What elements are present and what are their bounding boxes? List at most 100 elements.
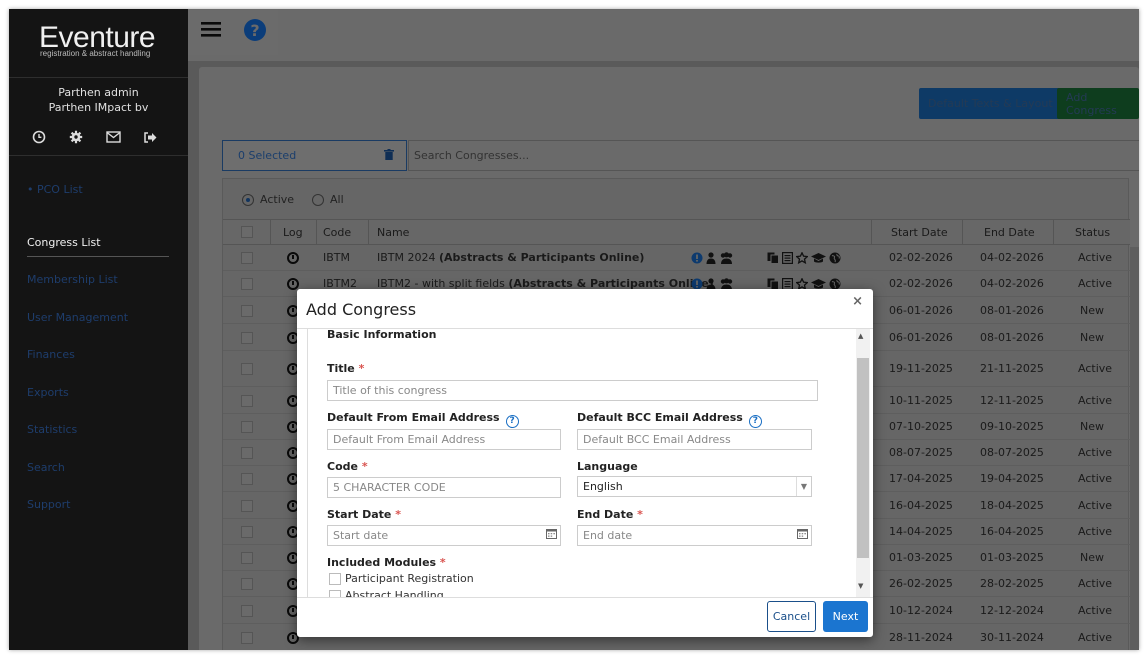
sidebar-item-congress-list[interactable]: Congress List [27,236,101,249]
cell-status: Active [1078,499,1113,512]
trash-icon[interactable] [384,149,394,163]
row-checkbox[interactable] [241,305,253,317]
exclamation-icon[interactable] [691,252,703,267]
cell-start-date: 10-11-2025 [889,394,953,407]
column-start-date[interactable]: Start Date [891,226,948,239]
row-checkbox[interactable] [241,421,253,433]
help-circle-icon[interactable]: ? [748,414,762,428]
row-checkbox[interactable] [241,363,253,375]
column-code[interactable]: Code [323,226,351,239]
sidebar-item-pco-list[interactable]: • PCO List [27,183,83,196]
globe-icon[interactable] [829,252,841,267]
cell-end-date: 28-02-2025 [980,577,1044,590]
add-congress-button[interactable]: Add Congress [1057,88,1139,119]
module-participant-registration[interactable]: Participant Registration [329,572,474,585]
calendar-icon[interactable] [546,528,557,542]
scroll-up-icon[interactable]: ▲ [858,332,863,340]
logout-icon[interactable] [142,129,158,145]
log-clock-icon[interactable] [287,252,299,264]
module-label: Participant Registration [345,572,474,585]
log-clock-icon[interactable] [287,278,299,290]
row-checkbox[interactable] [241,578,253,590]
calendar-icon[interactable] [797,528,808,542]
table-row[interactable]: IBTM IBTM 2024 (Abstracts & Participants … [223,245,1130,271]
cell-start-date: 06-01-2026 [889,331,953,344]
scroll-down-icon[interactable]: ▼ [858,582,863,590]
sidebar-item-support[interactable]: Support [27,498,70,511]
cell-name[interactable]: IBTM 2024 (Abstracts & Participants Onli… [377,251,644,264]
row-checkbox[interactable] [241,473,253,485]
sidebar-item-search[interactable]: Search [27,461,65,474]
gear-icon[interactable] [68,129,84,145]
row-checkbox[interactable] [241,332,253,344]
users-icon[interactable] [719,252,734,267]
sidebar-item-membership-list[interactable]: Membership List [27,273,118,286]
row-checkbox[interactable] [241,278,253,290]
from-email-label: Default From Email Address? [327,411,519,428]
default-texts-layout-button[interactable]: Default Texts & Layout [919,88,1062,119]
help-circle-icon[interactable]: ? [505,414,519,428]
sidebar-item-finances[interactable]: Finances [27,348,75,361]
cell-end-date: 12-12-2024 [980,604,1044,617]
sidebar-item-user-management[interactable]: User Management [27,311,128,324]
row-checkbox[interactable] [241,447,253,459]
top-bar [188,9,1139,61]
column-end-date[interactable]: End Date [984,226,1035,239]
title-field[interactable] [327,380,818,401]
table-header: Log Code Name Start Date End Date Status [223,219,1130,245]
radio-active[interactable] [242,193,254,206]
module-label: Abstract Handling [345,589,444,597]
help-icon[interactable]: ? [244,19,266,41]
scrollbar-thumb[interactable] [857,358,869,558]
list-icon[interactable] [782,252,794,267]
row-checkbox[interactable] [241,500,253,512]
checkbox[interactable] [329,572,341,585]
language-select[interactable]: English ▼ [577,476,812,497]
radio-active-label: Active [260,193,295,206]
row-checkbox[interactable] [241,526,253,538]
cell-start-date: 02-02-2026 [889,277,953,290]
search-congresses-input[interactable]: Search Congresses... [408,140,1139,171]
copy-icon[interactable] [767,252,779,267]
app-window: Eventure registration & abstract handlin… [9,9,1139,650]
cell-status: New [1080,304,1104,317]
dialog-scrollbar[interactable]: ▲ ▼ [856,329,870,597]
row-checkbox[interactable] [241,605,253,617]
cell-status: Active [1078,362,1113,375]
cell-end-date: 21-11-2025 [980,362,1044,375]
cell-start-date: 26-02-2025 [889,577,953,590]
from-email-field[interactable] [327,429,561,450]
row-checkbox[interactable] [241,552,253,564]
checkbox[interactable] [329,589,341,597]
column-name[interactable]: Name [377,226,409,239]
language-value: English [583,480,623,493]
radio-all[interactable] [312,193,325,206]
cancel-button[interactable]: Cancel [767,601,816,632]
page-scrollbar[interactable] [1130,247,1139,650]
select-all-checkbox[interactable] [241,226,253,238]
column-log[interactable]: Log [283,226,303,239]
row-checkbox[interactable] [241,395,253,407]
start-date-field[interactable] [327,525,561,546]
graduation-cap-icon[interactable] [811,252,826,267]
clock-icon[interactable] [31,129,47,145]
sidebar-item-exports[interactable]: Exports [27,386,69,399]
start-date-wrapper [327,525,561,546]
close-icon[interactable]: × [852,294,863,309]
mail-icon[interactable] [105,129,121,145]
cell-end-date: 08-01-2026 [980,304,1044,317]
code-field[interactable] [327,477,561,498]
star-icon[interactable] [795,251,809,267]
top-bar-controls: ? [188,9,278,55]
column-status[interactable]: Status [1075,226,1110,239]
next-button[interactable]: Next [823,601,868,632]
module-abstract-handling[interactable]: Abstract Handling [329,589,444,597]
user-icon[interactable] [706,252,716,267]
end-date-field[interactable] [577,525,812,546]
row-checkbox[interactable] [241,252,253,264]
sidebar: Eventure registration & abstract handlin… [9,9,188,650]
sidebar-item-statistics[interactable]: Statistics [27,423,77,436]
row-checkbox[interactable] [241,632,253,644]
bcc-email-field[interactable] [577,429,812,450]
hamburger-menu-icon[interactable] [201,21,223,39]
